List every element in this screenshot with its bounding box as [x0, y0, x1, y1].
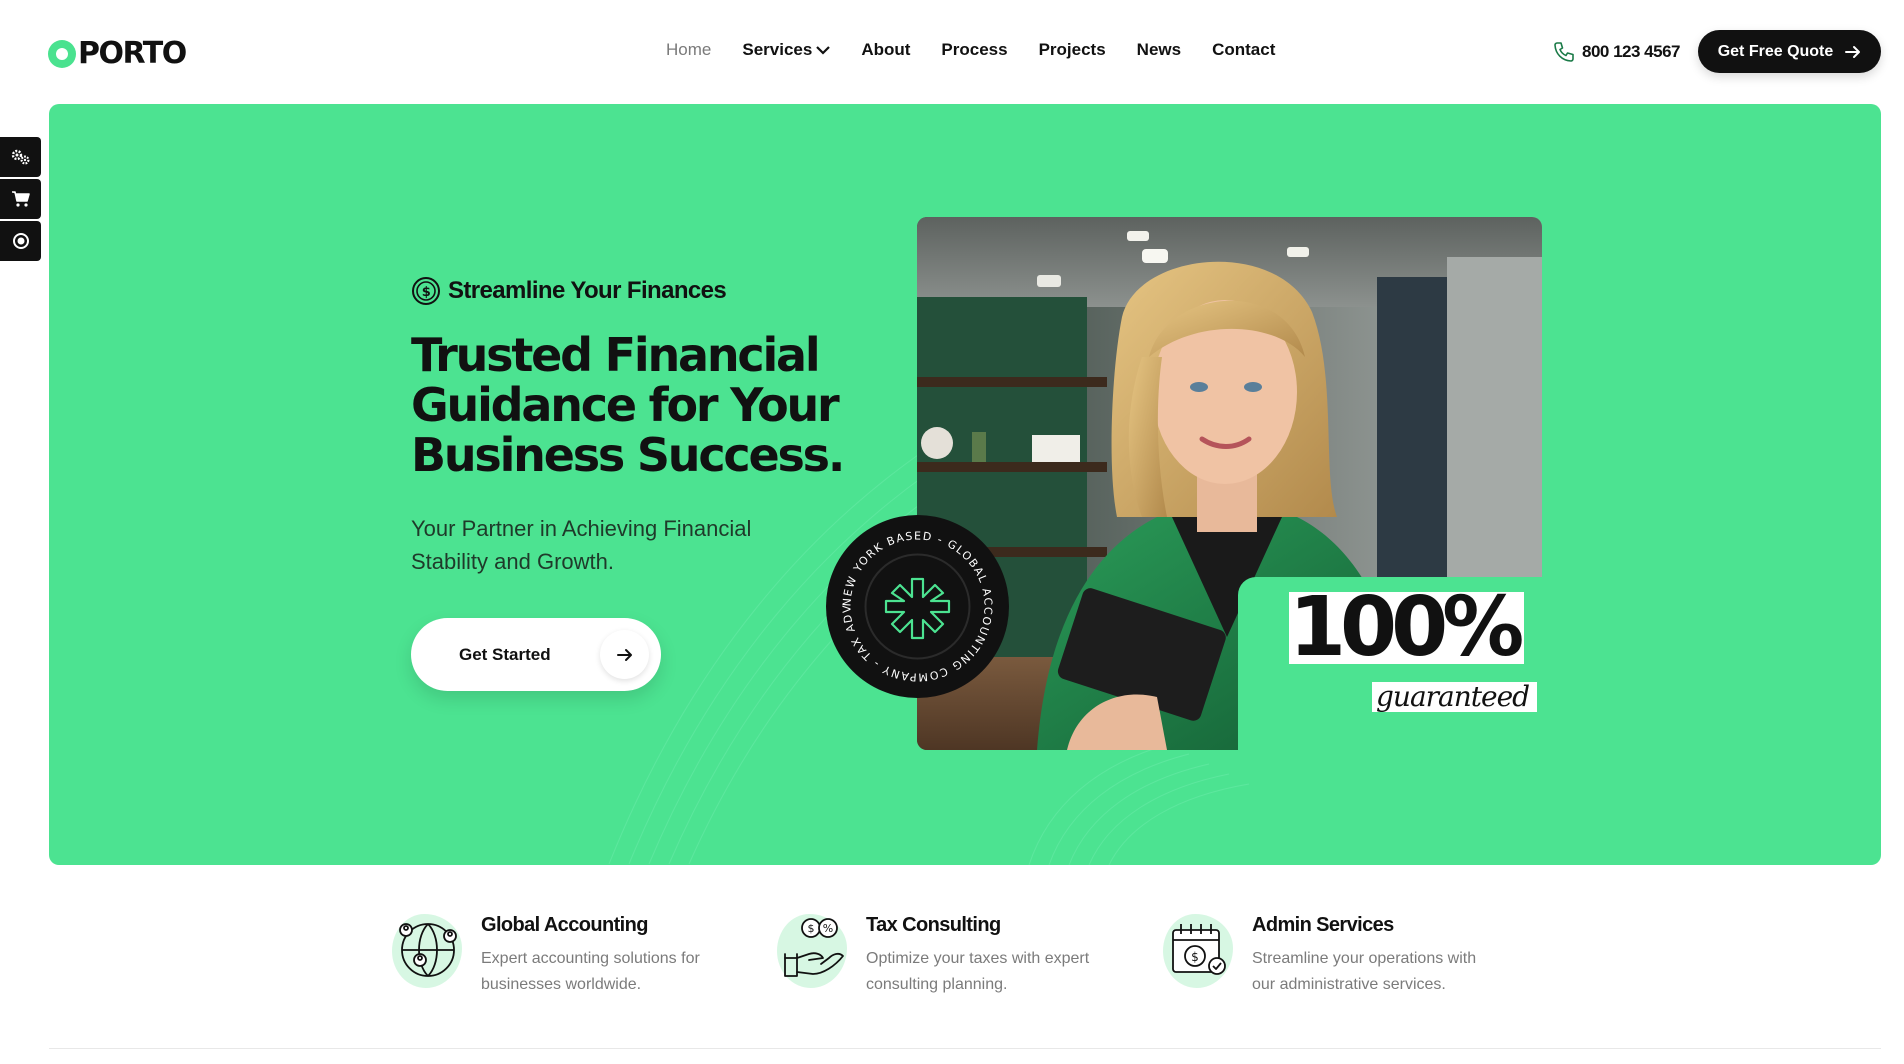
record-icon	[12, 233, 29, 249]
nav-label: Process	[941, 40, 1008, 59]
nav-item-news[interactable]: News	[1137, 40, 1181, 60]
nav-label: News	[1136, 40, 1182, 59]
hero-title-line: Business Success.	[411, 428, 845, 482]
hero-eyebrow: $ Streamline Your Finances	[411, 276, 727, 306]
hero-title-line: Guidance for Your	[411, 378, 840, 432]
main-nav: Home Services About Process Projects New…	[666, 40, 1306, 60]
quote-button-label: Get Free Quote	[1717, 42, 1834, 60]
guarantee-number: 100%	[1289, 587, 1524, 669]
feature-description: Optimize your taxes with expert consulti…	[866, 946, 1126, 998]
feature-global-accounting: Global Accounting Expert accounting solu…	[388, 908, 741, 998]
feature-desc-line: businesses worldwide.	[481, 976, 642, 993]
chevron-down-icon	[816, 40, 831, 60]
nav-label: Services	[742, 40, 813, 59]
hero-title: Trusted Financial Guidance for Your Busi…	[411, 330, 851, 480]
feature-title: Global Accounting	[481, 914, 648, 936]
phone-icon	[1554, 42, 1574, 62]
asterisk-icon	[884, 577, 951, 640]
gears-icon	[11, 149, 30, 165]
guarantee-label: guaranteed	[1372, 682, 1538, 712]
get-free-quote-button[interactable]: Get Free Quote	[1698, 30, 1881, 73]
nav-item-contact[interactable]: Contact	[1212, 40, 1275, 60]
nav-item-about[interactable]: About	[861, 40, 910, 60]
feature-text: Global Accounting Expert accounting solu…	[481, 908, 741, 998]
get-started-button[interactable]: Get Started	[411, 618, 661, 691]
feature-desc-line: Optimize your taxes with expert	[866, 950, 1090, 967]
nav-item-process[interactable]: Process	[941, 40, 1007, 60]
logo-text: PORTO	[78, 36, 187, 71]
get-started-label: Get Started	[459, 644, 551, 664]
phone-number: 800 123 4567	[1582, 42, 1681, 61]
nav-label: About	[861, 40, 911, 59]
hero-section: $ Streamline Your Finances Trusted Finan…	[49, 104, 1881, 865]
dollar-coin-icon: $	[412, 277, 440, 305]
feature-icon-wrap	[388, 908, 468, 992]
nav-item-projects[interactable]: Projects	[1039, 40, 1106, 60]
cart-icon	[11, 191, 30, 207]
company-badge: NEW YORK BASED - GLOBAL ACCOUNTING COMPA…	[826, 515, 1009, 698]
svg-text:%: %	[823, 922, 833, 935]
feature-tax-consulting: $ % Tax Consulting Optimize your taxes w…	[773, 908, 1126, 998]
site-header: PORTO Home Services About Process Projec…	[0, 0, 1904, 104]
logo[interactable]: PORTO	[48, 36, 187, 71]
feature-desc-line: consulting planning.	[866, 976, 1008, 993]
feature-text: Admin Services Streamline your operation…	[1252, 908, 1512, 998]
hero-subtitle: Your Partner in Achieving Financial Stab…	[411, 516, 752, 574]
feature-admin-services: $ Admin Services Streamline your operati…	[1159, 908, 1512, 998]
feature-text: Tax Consulting Optimize your taxes with …	[866, 908, 1126, 998]
logo-mark	[48, 39, 76, 68]
feature-desc-line: Streamline your operations with	[1252, 950, 1477, 967]
svg-text:$: $	[1191, 950, 1199, 964]
svg-text:$: $	[422, 285, 431, 300]
buy-now-button[interactable]	[0, 179, 41, 219]
docs-button[interactable]	[0, 221, 41, 261]
side-toolbar	[0, 137, 41, 263]
hand-coins-icon: $ %	[784, 918, 844, 977]
feature-desc-line: Expert accounting solutions for	[481, 950, 700, 967]
feature-icon-wrap: $	[1159, 908, 1239, 992]
globe-people-icon	[399, 923, 457, 977]
svg-text:$: $	[808, 922, 815, 935]
eyebrow-text: Streamline Your Finances	[448, 277, 727, 304]
calendar-dollar-icon: $	[1172, 924, 1226, 975]
phone-link[interactable]: 800 123 4567	[1552, 40, 1681, 64]
feature-title: Admin Services	[1252, 914, 1394, 936]
feature-description: Streamline your operations with our admi…	[1252, 946, 1512, 998]
arrow-right-icon	[1845, 45, 1861, 58]
arrow-right-icon	[600, 630, 649, 679]
nav-label: Contact	[1212, 40, 1276, 59]
feature-icon-wrap: $ %	[773, 908, 853, 992]
feature-title: Tax Consulting	[866, 914, 1001, 936]
nav-label: Home	[666, 40, 712, 59]
feature-description: Expert accounting solutions for business…	[481, 946, 741, 998]
feature-desc-line: our administrative services.	[1252, 976, 1446, 993]
nav-item-home[interactable]: Home	[666, 40, 711, 60]
nav-label: Projects	[1038, 40, 1106, 59]
hero-title-line: Trusted Financial	[411, 328, 821, 382]
section-divider	[49, 1048, 1881, 1049]
nav-item-services[interactable]: Services	[742, 40, 831, 60]
demo-settings-button[interactable]	[0, 137, 41, 177]
